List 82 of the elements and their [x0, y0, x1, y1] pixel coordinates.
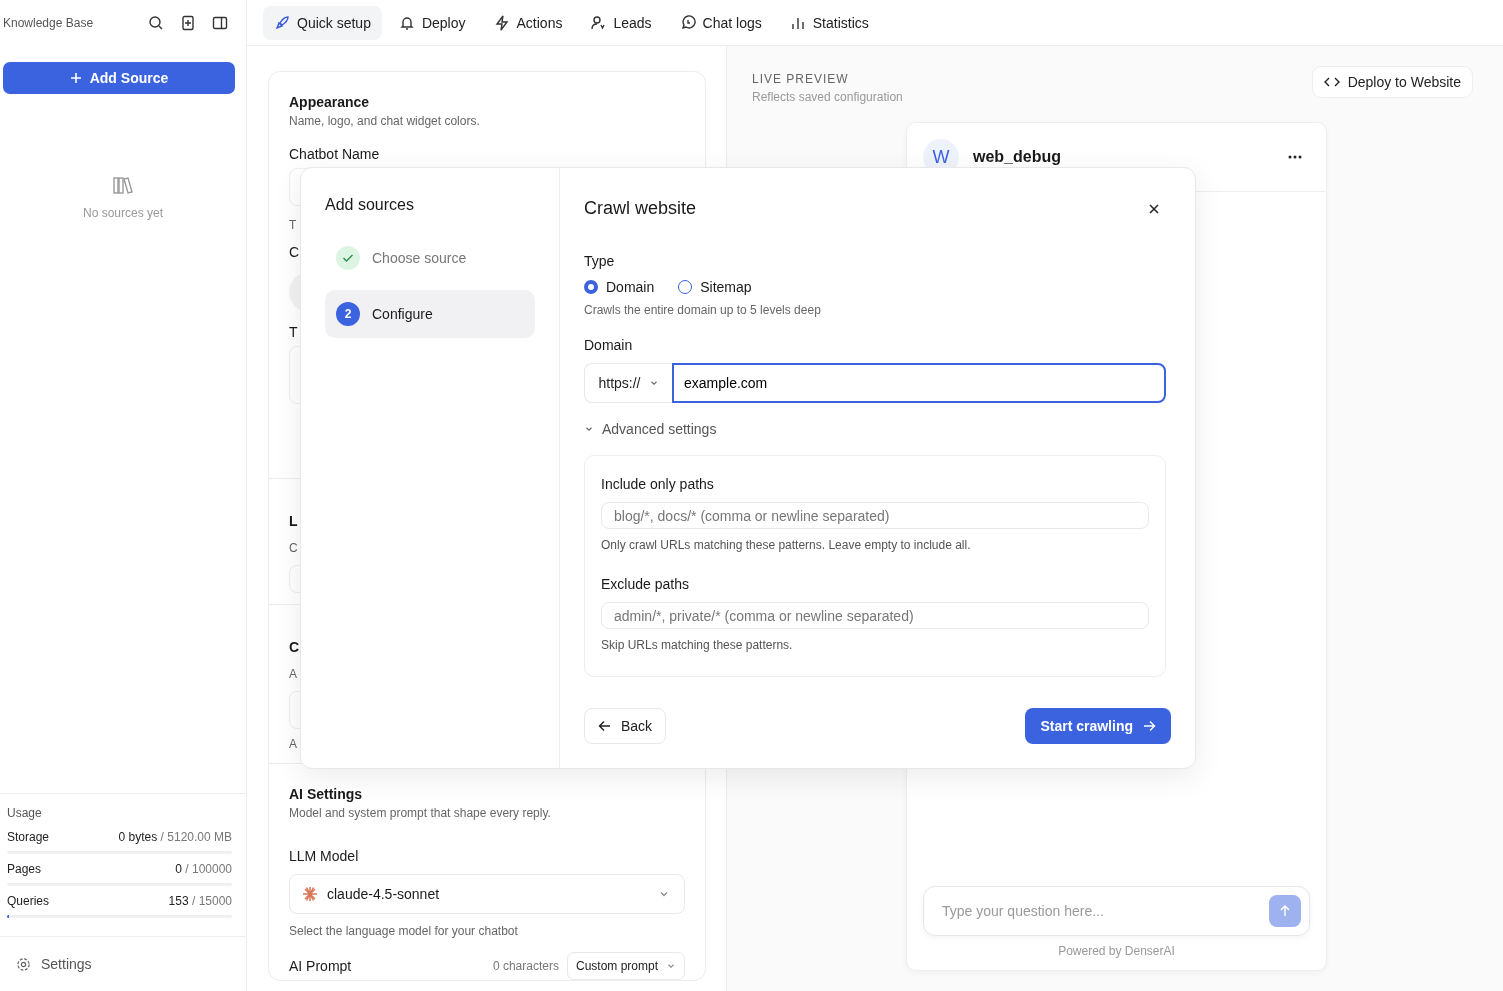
field-hint: A — [289, 737, 297, 751]
deploy-button[interactable]: Deploy to Website — [1311, 66, 1473, 98]
section-title: L — [289, 513, 298, 529]
field-hint: Skip URLs matching these patterns. — [601, 638, 793, 652]
start-crawling-button[interactable]: Start crawling — [1025, 708, 1171, 744]
field-label: Chatbot Name — [289, 146, 380, 162]
meter-value: 0 bytes / 5120.00 MB — [118, 830, 232, 844]
section-subtitle: Name, logo, and chat widget colors. — [289, 114, 480, 128]
domain-input[interactable]: example.com — [672, 363, 1166, 403]
arrow-left-icon — [598, 720, 611, 732]
advanced-settings-toggle[interactable]: Advanced settings — [584, 421, 717, 437]
step-item[interactable]: 2 Configure — [325, 290, 535, 338]
add-source-button[interactable]: Add Source — [3, 62, 235, 94]
step-number: 2 — [336, 302, 360, 326]
tab[interactable]: Quick setup — [263, 5, 382, 40]
plus-icon — [69, 72, 82, 84]
field-label: Type — [584, 253, 615, 269]
radio-option[interactable]: Domain — [584, 279, 655, 295]
chat-bubble-icon — [679, 14, 696, 31]
tab[interactable]: Deploy — [387, 5, 477, 40]
field-label: T — [289, 324, 298, 340]
field-hint: Crawls the entire domain up to 5 levels deep — [584, 303, 821, 317]
person-icon — [590, 14, 607, 31]
preview-title: LIVE PREVIEW — [752, 72, 850, 86]
search-icon[interactable] — [148, 14, 164, 31]
books-icon — [113, 176, 133, 194]
empty-state-text: No sources yet — [82, 206, 163, 220]
dialog-title: Crawl website — [584, 198, 697, 219]
field-label: C — [289, 244, 300, 260]
settings-link[interactable]: Settings — [0, 936, 246, 991]
code-icon — [1323, 76, 1340, 88]
meter-label: Pages — [7, 862, 42, 876]
section-title: AI Settings — [289, 786, 363, 802]
field-label: AI Prompt — [289, 958, 352, 974]
field-label: Include only paths — [601, 476, 714, 492]
close-icon[interactable] — [1147, 201, 1161, 216]
back-button[interactable]: Back — [584, 708, 667, 744]
section-subtitle: Model and system prompt that shape every reply. — [289, 806, 551, 820]
field-label: LLM Model — [289, 848, 359, 864]
prompt-mode-select[interactable]: Custom prompt — [566, 952, 685, 980]
radio-option[interactable]: Sitemap — [678, 279, 752, 295]
meter-label: Storage — [7, 830, 50, 844]
dialog-sidebar-title: Add sources — [325, 196, 415, 214]
section-subtitle: A — [289, 667, 297, 681]
sidebar-toggle-icon[interactable] — [212, 14, 228, 31]
rocket-icon — [274, 14, 290, 31]
powered-by-text: Powered by DenserAI — [1058, 944, 1175, 958]
bolt-icon — [493, 14, 510, 31]
path-input[interactable]: admin/*, private/* (comma or newline separated) — [601, 602, 1149, 629]
protocol-select[interactable]: https:// — [584, 363, 672, 403]
preview-subtitle: Reflects saved configuration — [752, 90, 903, 104]
arrow-up-icon — [1279, 905, 1291, 917]
field-hint: T — [289, 218, 297, 232]
meter-label: Queries — [7, 894, 50, 908]
meter-value: 153 / 15000 — [168, 894, 232, 908]
tab[interactable]: Actions — [482, 5, 574, 40]
more-icon[interactable] — [1288, 155, 1302, 159]
chat-input[interactable]: Type your question here... — [923, 886, 1310, 936]
step-item[interactable]: Choose source — [325, 234, 535, 282]
character-count: 0 characters — [492, 959, 559, 973]
field-label: Exclude paths — [601, 576, 689, 592]
sidebar-title: Knowledge Base — [3, 15, 94, 30]
section-title: Appearance — [289, 94, 370, 110]
tab[interactable]: Leads — [579, 5, 663, 40]
tab[interactable]: Statistics — [778, 5, 880, 40]
field-hint: Only crawl URLs matching these patterns. Leave empty to include all. — [601, 538, 971, 552]
usage-title: Usage — [7, 806, 43, 820]
section-title: C — [289, 639, 300, 655]
sunburst-icon — [302, 886, 318, 902]
field-hint: Select the language model for your chatbot — [289, 924, 518, 938]
meter-value: 0 / 100000 — [175, 862, 232, 876]
tab[interactable]: Chat logs — [668, 5, 773, 40]
field-label: Domain — [584, 337, 633, 353]
settings-icon — [16, 956, 31, 972]
arrow-right-icon — [1143, 720, 1156, 732]
chatbot-name: web_debug — [973, 148, 1062, 166]
section-subtitle: C — [289, 541, 298, 555]
model-select[interactable]: claude-4.5-sonnet — [289, 874, 685, 914]
question-input[interactable]: Type your question here... — [940, 902, 1269, 920]
bell-icon — [398, 14, 415, 31]
path-input[interactable]: blog/*, docs/* (comma or newline separated) — [601, 502, 1149, 529]
add-document-icon[interactable] — [180, 14, 196, 31]
